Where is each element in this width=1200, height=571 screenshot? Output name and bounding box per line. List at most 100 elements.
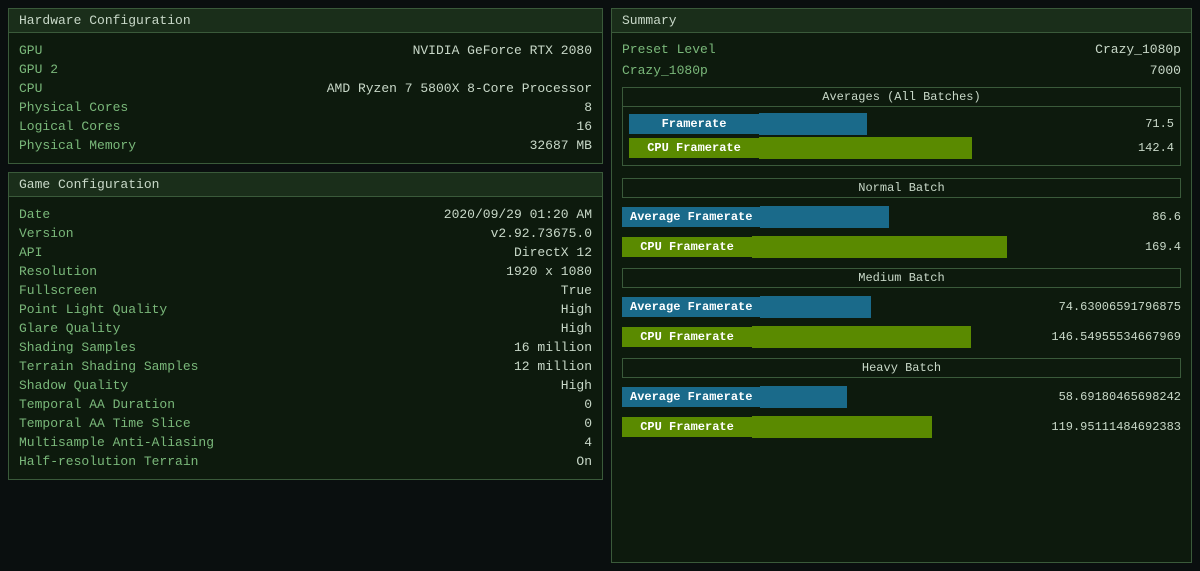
crazy-value: 7000 (1150, 63, 1181, 78)
row-value: On (576, 454, 592, 469)
normal-cpu-bar-value: 169.4 (1145, 240, 1181, 254)
cpu-framerate-bar-label: CPU Framerate (629, 138, 759, 158)
heavy-avg-bar-value: 58.69180465698242 (1059, 390, 1181, 404)
game-title: Game Configuration (19, 177, 159, 192)
hardware-row: GPU NVIDIA GeForce RTX 2080 (19, 41, 592, 60)
normal-cpu-bar-fill (752, 236, 1007, 258)
normal-batch-title: Normal Batch (622, 178, 1181, 198)
row-label: Physical Memory (19, 138, 136, 153)
hardware-section: Hardware Configuration GPU NVIDIA GeForce… (8, 8, 603, 164)
game-section: Game Configuration Date 2020/09/29 01:20 … (8, 172, 603, 480)
row-label: Point Light Quality (19, 302, 167, 317)
row-value: High (561, 378, 592, 393)
row-label: Version (19, 226, 74, 241)
hardware-content: GPUNVIDIA GeForce RTX 2080GPU 2CPUAMD Ry… (9, 33, 602, 163)
normal-cpu-bar-label: CPU Framerate (622, 237, 752, 257)
medium-cpu-bar-value: 146.54955534667969 (1051, 330, 1181, 344)
heavy-avg-bar-row: Average Framerate 58.69180465698242 (622, 386, 1181, 408)
row-label: Shadow Quality (19, 378, 128, 393)
heavy-avg-bar-label: Average Framerate (622, 387, 760, 407)
averages-section: Averages (All Batches) Framerate 71.5 CP… (622, 87, 1181, 166)
row-value: DirectX 12 (514, 245, 592, 260)
cpu-framerate-bar-value: 142.4 (1138, 141, 1174, 155)
medium-avg-bar-label: Average Framerate (622, 297, 760, 317)
heavy-cpu-bar-row: CPU Framerate 119.95111484692383 (622, 416, 1181, 438)
cpu-framerate-bar-fill (759, 137, 972, 159)
game-row: Shadow Quality High (19, 376, 592, 395)
row-label: Terrain Shading Samples (19, 359, 198, 374)
row-label: Physical Cores (19, 100, 128, 115)
summary-title: Summary (622, 13, 677, 28)
row-value: 32687 MB (530, 138, 592, 153)
row-value: High (561, 321, 592, 336)
row-value: True (561, 283, 592, 298)
row-value: v2.92.73675.0 (491, 226, 592, 241)
hardware-row: GPU 2 (19, 60, 592, 79)
heavy-cpu-bar-value: 119.95111484692383 (1051, 420, 1181, 434)
crazy-label: Crazy_1080p (622, 63, 708, 78)
row-value: 8 (584, 100, 592, 115)
cpu-framerate-bar-container: CPU Framerate (629, 137, 1132, 159)
row-label: GPU (19, 43, 42, 58)
game-row: Temporal AA Time Slice0 (19, 414, 592, 433)
game-row: Shading Samples16 million (19, 338, 592, 357)
game-content: Date 2020/09/29 01:20 AM Version v2.92.7367… (9, 197, 602, 479)
row-value: 12 million (514, 359, 592, 374)
row-label: Logical Cores (19, 119, 120, 134)
medium-cpu-bar-container: CPU Framerate (622, 326, 1045, 348)
row-value: 16 (576, 119, 592, 134)
row-label: Temporal AA Time Slice (19, 416, 191, 431)
normal-cpu-bar-row: CPU Framerate 169.4 (622, 236, 1181, 258)
row-label: Resolution (19, 264, 97, 279)
averages-title: Averages (All Batches) (623, 88, 1180, 107)
preset-label: Preset Level (622, 42, 716, 57)
medium-avg-bar-value: 74.63006591796875 (1059, 300, 1181, 314)
medium-batch-title: Medium Batch (622, 268, 1181, 288)
game-row: Fullscreen True (19, 281, 592, 300)
medium-avg-bar-row: Average Framerate 74.63006591796875 (622, 296, 1181, 318)
row-label: Fullscreen (19, 283, 97, 298)
row-value: AMD Ryzen 7 5800X 8-Core Processor (327, 81, 592, 96)
row-value: NVIDIA GeForce RTX 2080 (413, 43, 592, 58)
row-value: 1920 x 1080 (506, 264, 592, 279)
hardware-row: Logical Cores 16 (19, 117, 592, 136)
medium-avg-bar-container: Average Framerate (622, 296, 1053, 318)
row-value: 2020/09/29 01:20 AM (444, 207, 592, 222)
framerate-bar-fill (759, 113, 867, 135)
normal-avg-bar-label: Average Framerate (622, 207, 760, 227)
game-header: Game Configuration (9, 173, 602, 197)
summary-section: Summary Preset Level Crazy_1080p Crazy_1… (611, 8, 1192, 563)
row-label: GPU 2 (19, 62, 58, 77)
framerate-bar-value: 71.5 (1145, 117, 1174, 131)
row-label: Temporal AA Duration (19, 397, 175, 412)
medium-cpu-bar-label: CPU Framerate (622, 327, 752, 347)
framerate-bar-container: Framerate (629, 113, 1139, 135)
game-row: Resolution 1920 x 1080 (19, 262, 592, 281)
row-label: Shading Samples (19, 340, 136, 355)
medium-avg-bar-fill (760, 296, 871, 318)
row-label: Multisample Anti-Aliasing (19, 435, 214, 450)
preset-value: Crazy_1080p (1095, 42, 1181, 57)
heavy-avg-bar-fill (760, 386, 847, 408)
heavy-cpu-bar-label: CPU Framerate (622, 417, 752, 437)
medium-cpu-bar-row: CPU Framerate 146.54955534667969 (622, 326, 1181, 348)
row-value: 4 (584, 435, 592, 450)
summary-header: Summary (612, 9, 1191, 33)
summary-content: Preset Level Crazy_1080p Crazy_1080p 700… (612, 33, 1191, 448)
normal-avg-bar-fill (760, 206, 889, 228)
game-row: APIDirectX 12 (19, 243, 592, 262)
game-row: Point Light QualityHigh (19, 300, 592, 319)
hardware-title: Hardware Configuration (19, 13, 191, 28)
game-row: Temporal AA Duration0 (19, 395, 592, 414)
framerate-bar-label: Framerate (629, 114, 759, 134)
row-label: Date (19, 207, 50, 222)
crazy-row: Crazy_1080p 7000 (622, 62, 1181, 79)
game-row: Half-resolution Terrain On (19, 452, 592, 471)
normal-cpu-bar-container: CPU Framerate (622, 236, 1139, 258)
game-row: Version v2.92.73675.0 (19, 224, 592, 243)
preset-row: Preset Level Crazy_1080p (622, 41, 1181, 58)
row-label: Half-resolution Terrain (19, 454, 198, 469)
heavy-batch-title: Heavy Batch (622, 358, 1181, 378)
game-row: Glare QualityHigh (19, 319, 592, 338)
framerate-bar-row: Framerate 71.5 (629, 113, 1174, 135)
